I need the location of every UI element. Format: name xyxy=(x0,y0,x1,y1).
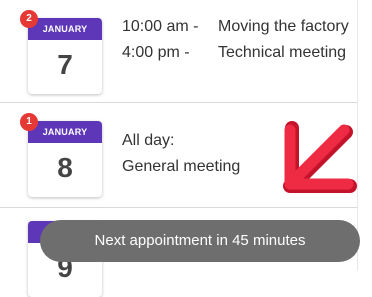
calendar-month: JANUARY xyxy=(28,121,102,143)
calendar-day: 7 xyxy=(57,49,73,80)
event-title[interactable]: Moving the factory xyxy=(218,18,349,36)
calendar-date-icon: JANUARY 8 1 xyxy=(20,113,102,197)
event-time: All day: xyxy=(122,132,175,149)
next-appointment-toast: Next appointment in 45 minutes xyxy=(40,220,360,262)
event-title[interactable]: General meeting xyxy=(122,158,240,176)
calendar-month: JANUARY xyxy=(28,18,102,40)
event-time: 10:00 am - xyxy=(122,18,199,35)
calendar-day: 8 xyxy=(57,152,73,183)
day-row-jan-7[interactable]: JANUARY 7 2 10:00 am - Moving the factor… xyxy=(0,0,358,102)
event-time: 4:00 pm - xyxy=(122,44,190,61)
down-left-arrow-icon xyxy=(283,121,357,193)
event-count-badge: 1 xyxy=(20,113,38,131)
calendar-date-icon: JANUARY 7 2 xyxy=(20,10,102,94)
event-title[interactable]: Technical meeting xyxy=(218,44,346,62)
event-count-badge: 2 xyxy=(20,10,38,28)
scroll-edge xyxy=(357,0,372,271)
